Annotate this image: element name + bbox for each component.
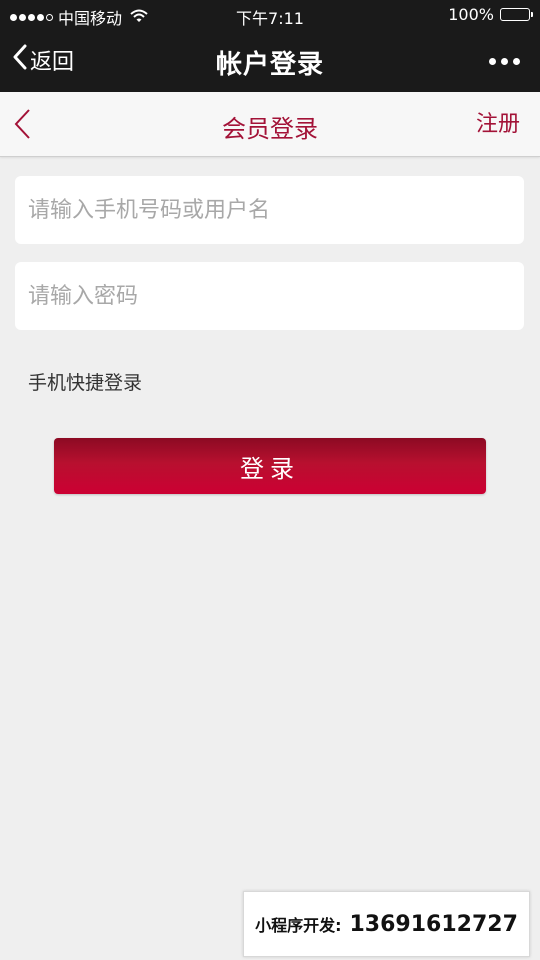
developer-contact-banner: 小程序开发: 13691612727 [243,891,530,957]
page-title: 会员登录 [222,115,318,143]
developer-label: 小程序开发: [255,916,342,935]
username-field-container [15,176,524,244]
battery-icon [500,8,533,21]
wechat-nav-bar: 返回 帐户登录 [0,30,540,92]
password-field-container [15,262,524,330]
page-header: 会员登录 注册 [0,92,540,157]
more-options-icon[interactable] [489,58,520,65]
developer-phone: 13691612727 [349,911,518,937]
battery-status: 100% [448,5,533,24]
quick-login-link[interactable]: 手机快捷登录 [28,368,142,395]
register-link[interactable]: 注册 [476,106,520,138]
status-bar: 中国移动 下午7:11 100% [0,0,540,30]
battery-percent: 100% [448,5,494,24]
login-button[interactable]: 登录 [54,438,486,494]
wechat-page-title: 帐户登录 [215,50,324,80]
username-input[interactable] [15,176,524,244]
password-input[interactable] [15,262,524,330]
